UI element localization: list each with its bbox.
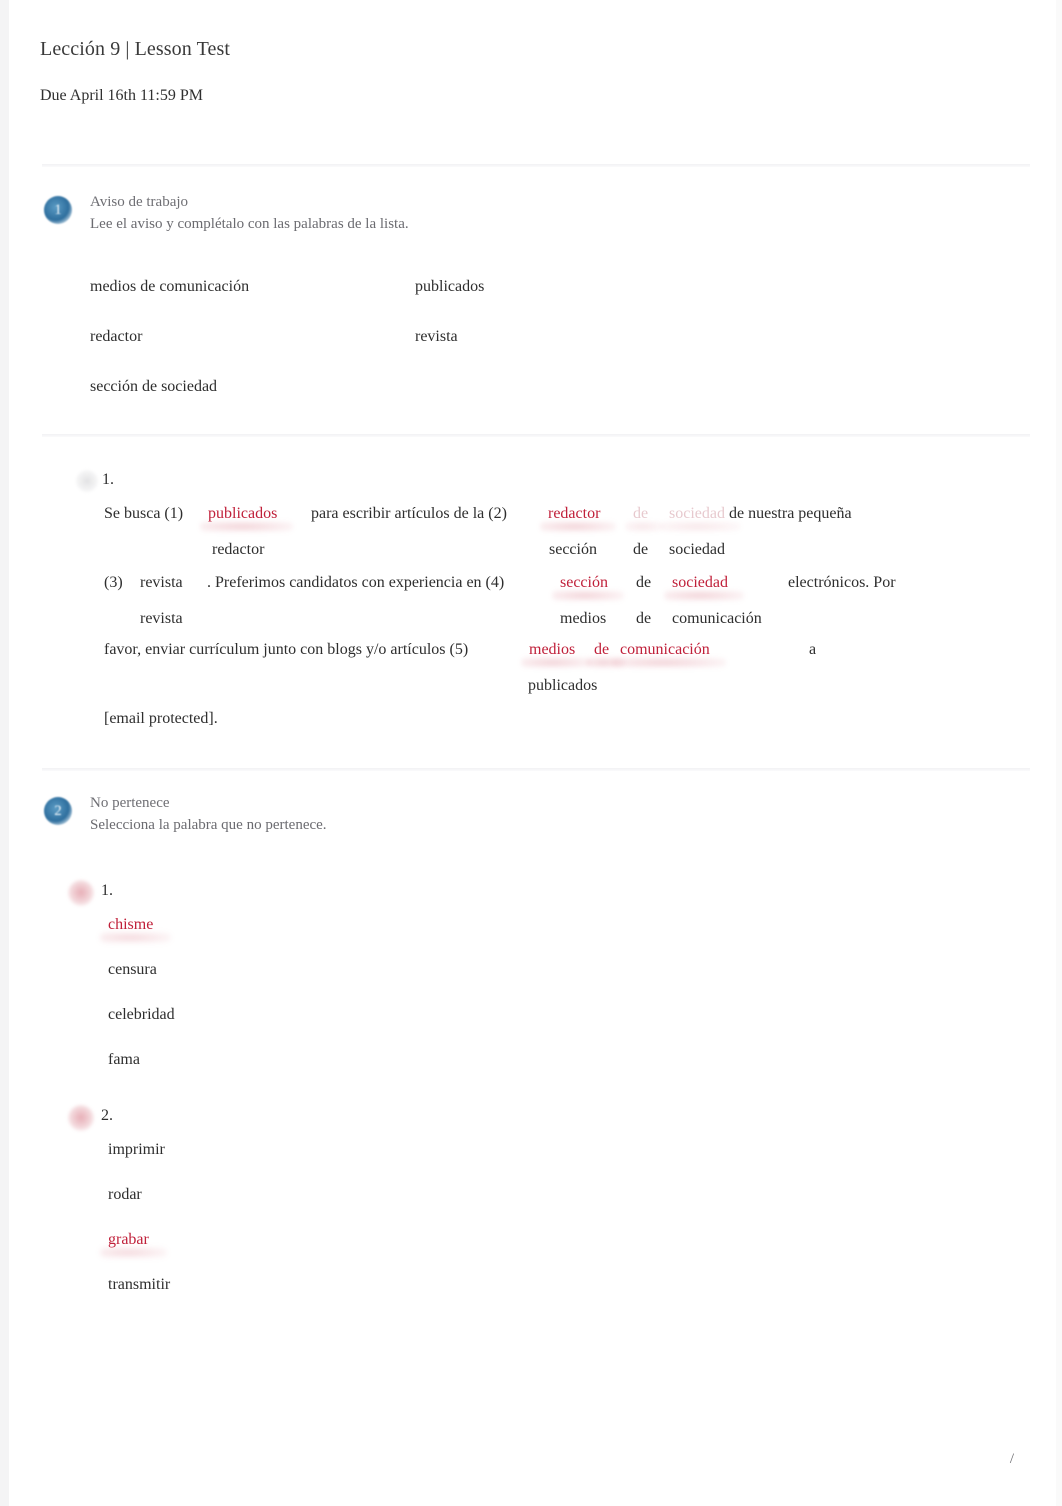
word-bank-row: redactor revista <box>90 328 790 378</box>
word-bank-item: publicados <box>415 278 485 295</box>
blank-2-student-answer-part-1[interactable]: redactor <box>548 506 600 522</box>
activity-2-instructions: Selecciona la palabra que no pertenece. <box>90 817 327 833</box>
activity-2-title: No pertenece <box>90 795 170 811</box>
fib-text-fragment: (3) <box>104 574 123 591</box>
blank-1-student-answer[interactable]: publicados <box>208 506 277 522</box>
question-status-marker-icon <box>76 470 98 492</box>
activity-1-number-badge: 1 <box>44 196 72 224</box>
blank-4-student-answer-part-2[interactable]: de <box>636 575 651 591</box>
divider-activity-1-body <box>42 434 1030 437</box>
blank-4-correct-answer-part-2: de <box>636 610 652 627</box>
question-number: 1. <box>101 882 113 899</box>
blank-4-correct-answer-part-1: medios <box>560 610 607 627</box>
option-rodar[interactable]: rodar <box>108 1186 142 1204</box>
fib-text-fragment: a <box>809 641 817 658</box>
blank-5-student-answer-part-3[interactable]: comunicación <box>620 642 710 658</box>
blank-4-correct-answer-part-3: comunicación <box>672 610 762 627</box>
question-number: 1. <box>102 471 114 488</box>
word-bank-item: revista <box>415 328 458 345</box>
blank-2-student-answer-part-3[interactable]: sociedad <box>669 506 725 522</box>
fib-text-fragment: . Preferimos candidatos con experiencia … <box>207 574 505 591</box>
blank-4-student-answer-part-1[interactable]: sección <box>560 575 608 591</box>
blank-5-correct-answer: publicados <box>528 677 598 694</box>
word-bank-item: sección de sociedad <box>90 378 218 395</box>
word-bank-item: medios de comunicación <box>90 278 250 295</box>
option-imprimir[interactable]: imprimir <box>108 1141 165 1159</box>
blank-3-student-answer[interactable]: revista <box>140 575 183 591</box>
test-page: Lección 9 | Lesson Test Due April 16th 1… <box>0 0 1062 1506</box>
option-grabar[interactable]: grabar <box>108 1231 149 1249</box>
fib-text-fragment: de nuestra pequeña <box>729 505 852 522</box>
question-incorrect-marker-icon <box>68 880 94 906</box>
blank-5-student-answer-part-2[interactable]: de <box>594 642 609 658</box>
blank-2-correct-answer-part-1: sección <box>549 541 597 558</box>
option-fama[interactable]: fama <box>108 1051 140 1069</box>
divider-top <box>42 164 1030 167</box>
question-incorrect-marker-icon <box>68 1105 94 1131</box>
blank-1-correct-answer: redactor <box>212 541 265 558</box>
word-bank-row: medios de comunicación publicados <box>90 278 790 328</box>
activity-1-instructions: Lee el aviso y complétalo con las palabr… <box>90 216 409 232</box>
word-bank: medios de comunicación publicados redact… <box>90 278 790 428</box>
word-bank-item: redactor <box>90 328 143 345</box>
option-celebridad[interactable]: celebridad <box>108 1006 175 1024</box>
word-bank-row: sección de sociedad <box>90 378 790 428</box>
option-censura[interactable]: censura <box>108 961 157 979</box>
blank-2-student-answer-part-2[interactable]: de <box>633 506 648 522</box>
fib-text-fragment: para escribir artículos de la (2) <box>311 505 507 522</box>
email-address: [email protected]. <box>104 710 218 727</box>
divider-activity-2 <box>42 768 1030 771</box>
blank-2-correct-answer-part-3: sociedad <box>669 541 725 558</box>
page-title: Lección 9 | Lesson Test <box>40 38 231 60</box>
footer-score-separator: / <box>1009 1451 1014 1467</box>
blank-2-correct-answer-part-2: de <box>633 541 649 558</box>
blank-5-student-answer-part-1[interactable]: medios <box>529 642 575 658</box>
fib-text-fragment: Se busca (1) <box>104 505 184 522</box>
due-date: Due April 16th 11:59 PM <box>40 87 203 104</box>
question-number: 2. <box>101 1107 113 1124</box>
activity-2-number-badge: 2 <box>44 797 72 825</box>
blank-4-student-answer-part-3[interactable]: sociedad <box>672 575 728 591</box>
option-chisme[interactable]: chisme <box>108 916 153 934</box>
activity-1-title: Aviso de trabajo <box>90 194 189 210</box>
fib-text-fragment: favor, enviar currículum junto con blogs… <box>104 641 469 658</box>
blank-3-correct-answer: revista <box>140 610 183 627</box>
fib-text-fragment: electrónicos. Por <box>788 574 896 591</box>
option-transmitir[interactable]: transmitir <box>108 1276 170 1294</box>
